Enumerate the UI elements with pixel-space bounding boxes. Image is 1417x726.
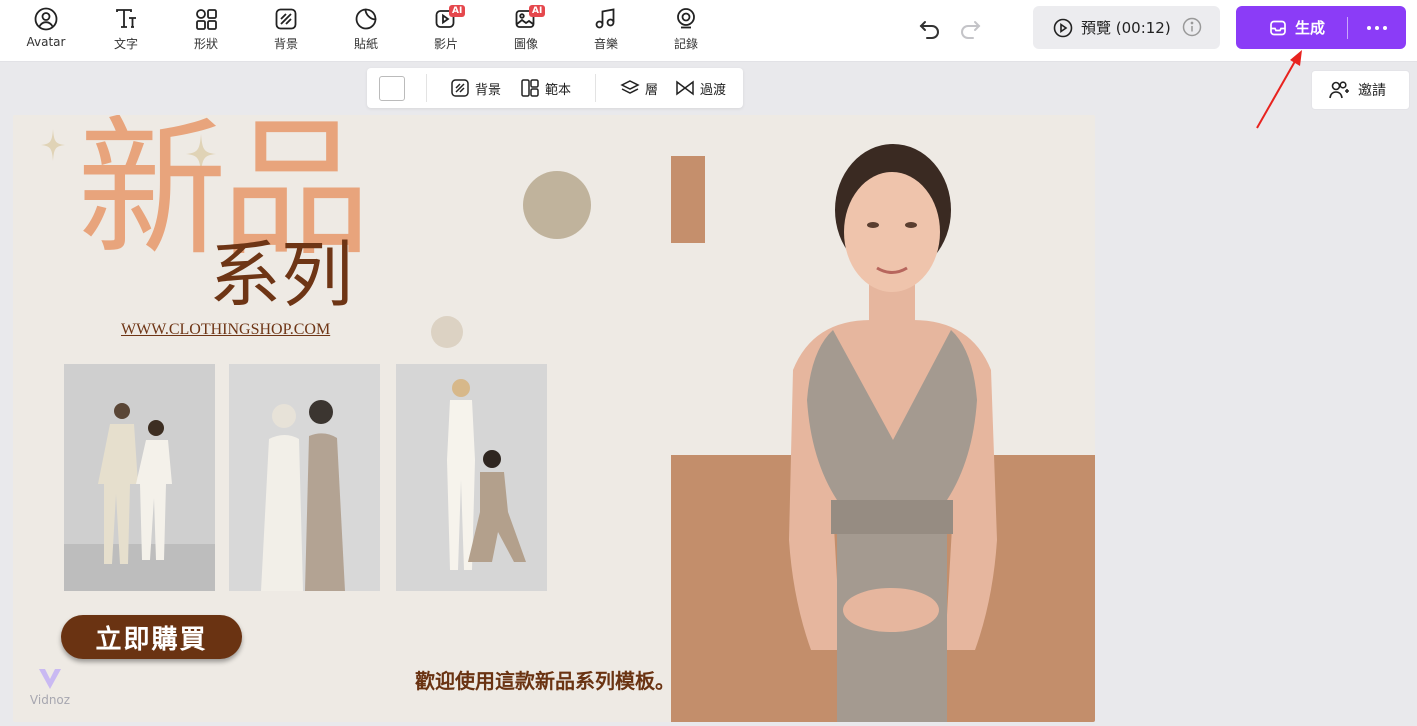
tool-label: 文字 bbox=[113, 37, 138, 51]
preview-label: 預覽 (00:12) bbox=[1081, 19, 1171, 37]
subbar-transition-label: 過渡 bbox=[700, 82, 727, 98]
watermark-label: Vidnoz bbox=[29, 693, 71, 707]
element-toolbar: 背景 範本 層 過渡 bbox=[367, 68, 743, 108]
generate-label: 生成 bbox=[1295, 19, 1326, 37]
tool-label: 背景 bbox=[273, 37, 298, 51]
title-sub-text[interactable]: 系列 bbox=[209, 235, 353, 315]
add-user-icon bbox=[1329, 81, 1349, 99]
avatar-presenter[interactable] bbox=[741, 140, 1041, 722]
background-icon bbox=[451, 79, 469, 97]
subbar-template-button[interactable]: 範本 bbox=[520, 78, 571, 98]
generate-button[interactable]: 生成 bbox=[1236, 6, 1406, 49]
welcome-subtitle[interactable]: 歡迎使用這款新品系列模板。 bbox=[415, 665, 675, 694]
tool-label: 貼紙 bbox=[353, 37, 378, 51]
sticker-icon bbox=[355, 8, 377, 30]
tool-avatar[interactable]: Avatar bbox=[16, 5, 76, 57]
preview-button[interactable]: 預覽 (00:12) bbox=[1033, 6, 1220, 49]
invite-label: 邀請 bbox=[1358, 83, 1386, 99]
music-icon bbox=[595, 8, 615, 29]
invite-button[interactable]: 邀請 bbox=[1311, 70, 1410, 110]
tool-image[interactable]: AI 圖像 bbox=[496, 5, 556, 57]
tool-video[interactable]: AI 影片 bbox=[416, 5, 476, 57]
divider bbox=[595, 74, 596, 102]
generate-main[interactable]: 生成 bbox=[1236, 6, 1347, 49]
fashion-photo-3[interactable] bbox=[396, 364, 547, 591]
editor-canvas[interactable]: 新品 系列 WWW.CLOTHINGSHOP.COM 立即購買 歡迎使用這款新品… bbox=[13, 115, 1095, 722]
shapes-icon bbox=[196, 9, 217, 30]
info-icon[interactable] bbox=[1182, 17, 1202, 37]
tool-label: 影片 bbox=[433, 37, 458, 51]
tool-label: 音樂 bbox=[593, 37, 618, 51]
divider bbox=[426, 74, 427, 102]
subbar-layer-label: 層 bbox=[645, 82, 659, 98]
buy-now-label: 立即購買 bbox=[95, 624, 208, 655]
tool-label: 記錄 bbox=[673, 37, 698, 51]
tool-label: 形狀 bbox=[193, 37, 218, 51]
subbar-template-label: 範本 bbox=[545, 82, 572, 98]
subbar-background-label: 背景 bbox=[475, 82, 502, 98]
sparkle-icon bbox=[41, 129, 65, 161]
record-icon bbox=[677, 8, 695, 29]
more-options-button[interactable] bbox=[1348, 6, 1406, 49]
decor-circle[interactable] bbox=[523, 171, 591, 239]
tool-sticker[interactable]: 貼紙 bbox=[336, 5, 396, 57]
top-toolbar: Avatar 文字 形狀 背景 貼紙 AI 影片 AI 圖像 音樂 記錄 預覽 … bbox=[0, 0, 1417, 62]
subbar-transition-button[interactable]: 過渡 bbox=[675, 78, 726, 98]
template-icon bbox=[521, 79, 539, 97]
fashion-photo-1[interactable] bbox=[64, 364, 215, 591]
tool-background[interactable]: 背景 bbox=[256, 5, 316, 57]
tool-shapes[interactable]: 形狀 bbox=[176, 5, 236, 57]
inbox-icon bbox=[1270, 20, 1286, 35]
redo-icon[interactable] bbox=[957, 15, 983, 41]
tool-text[interactable]: 文字 bbox=[96, 5, 156, 57]
color-picker[interactable] bbox=[379, 76, 405, 101]
tool-label: 圖像 bbox=[513, 37, 538, 51]
vidnoz-logo-icon bbox=[39, 669, 61, 689]
tool-label: Avatar bbox=[26, 35, 66, 49]
tool-music[interactable]: 音樂 bbox=[576, 5, 636, 57]
transition-icon bbox=[676, 80, 694, 96]
red-arrow-annotation bbox=[1256, 50, 1302, 129]
decor-circle-small[interactable] bbox=[431, 316, 463, 348]
layers-icon bbox=[620, 80, 640, 94]
buy-now-button[interactable]: 立即購買 bbox=[61, 615, 242, 659]
vidnoz-watermark: Vidnoz bbox=[25, 665, 75, 707]
decor-rectangle[interactable] bbox=[671, 156, 705, 243]
fashion-photo-2[interactable] bbox=[229, 364, 380, 591]
text-icon bbox=[116, 9, 136, 28]
ai-badge: AI bbox=[449, 5, 466, 17]
ai-badge: AI bbox=[529, 5, 546, 17]
play-circle-icon bbox=[1053, 18, 1073, 37]
avatar-icon bbox=[34, 7, 58, 31]
subbar-background-button[interactable]: 背景 bbox=[450, 78, 501, 98]
shop-url-text[interactable]: WWW.CLOTHINGSHOP.COM bbox=[121, 321, 330, 339]
background-icon bbox=[275, 8, 297, 30]
tool-record[interactable]: 記錄 bbox=[656, 5, 716, 57]
subbar-layer-button[interactable]: 層 bbox=[620, 78, 658, 98]
undo-icon[interactable] bbox=[917, 15, 943, 41]
